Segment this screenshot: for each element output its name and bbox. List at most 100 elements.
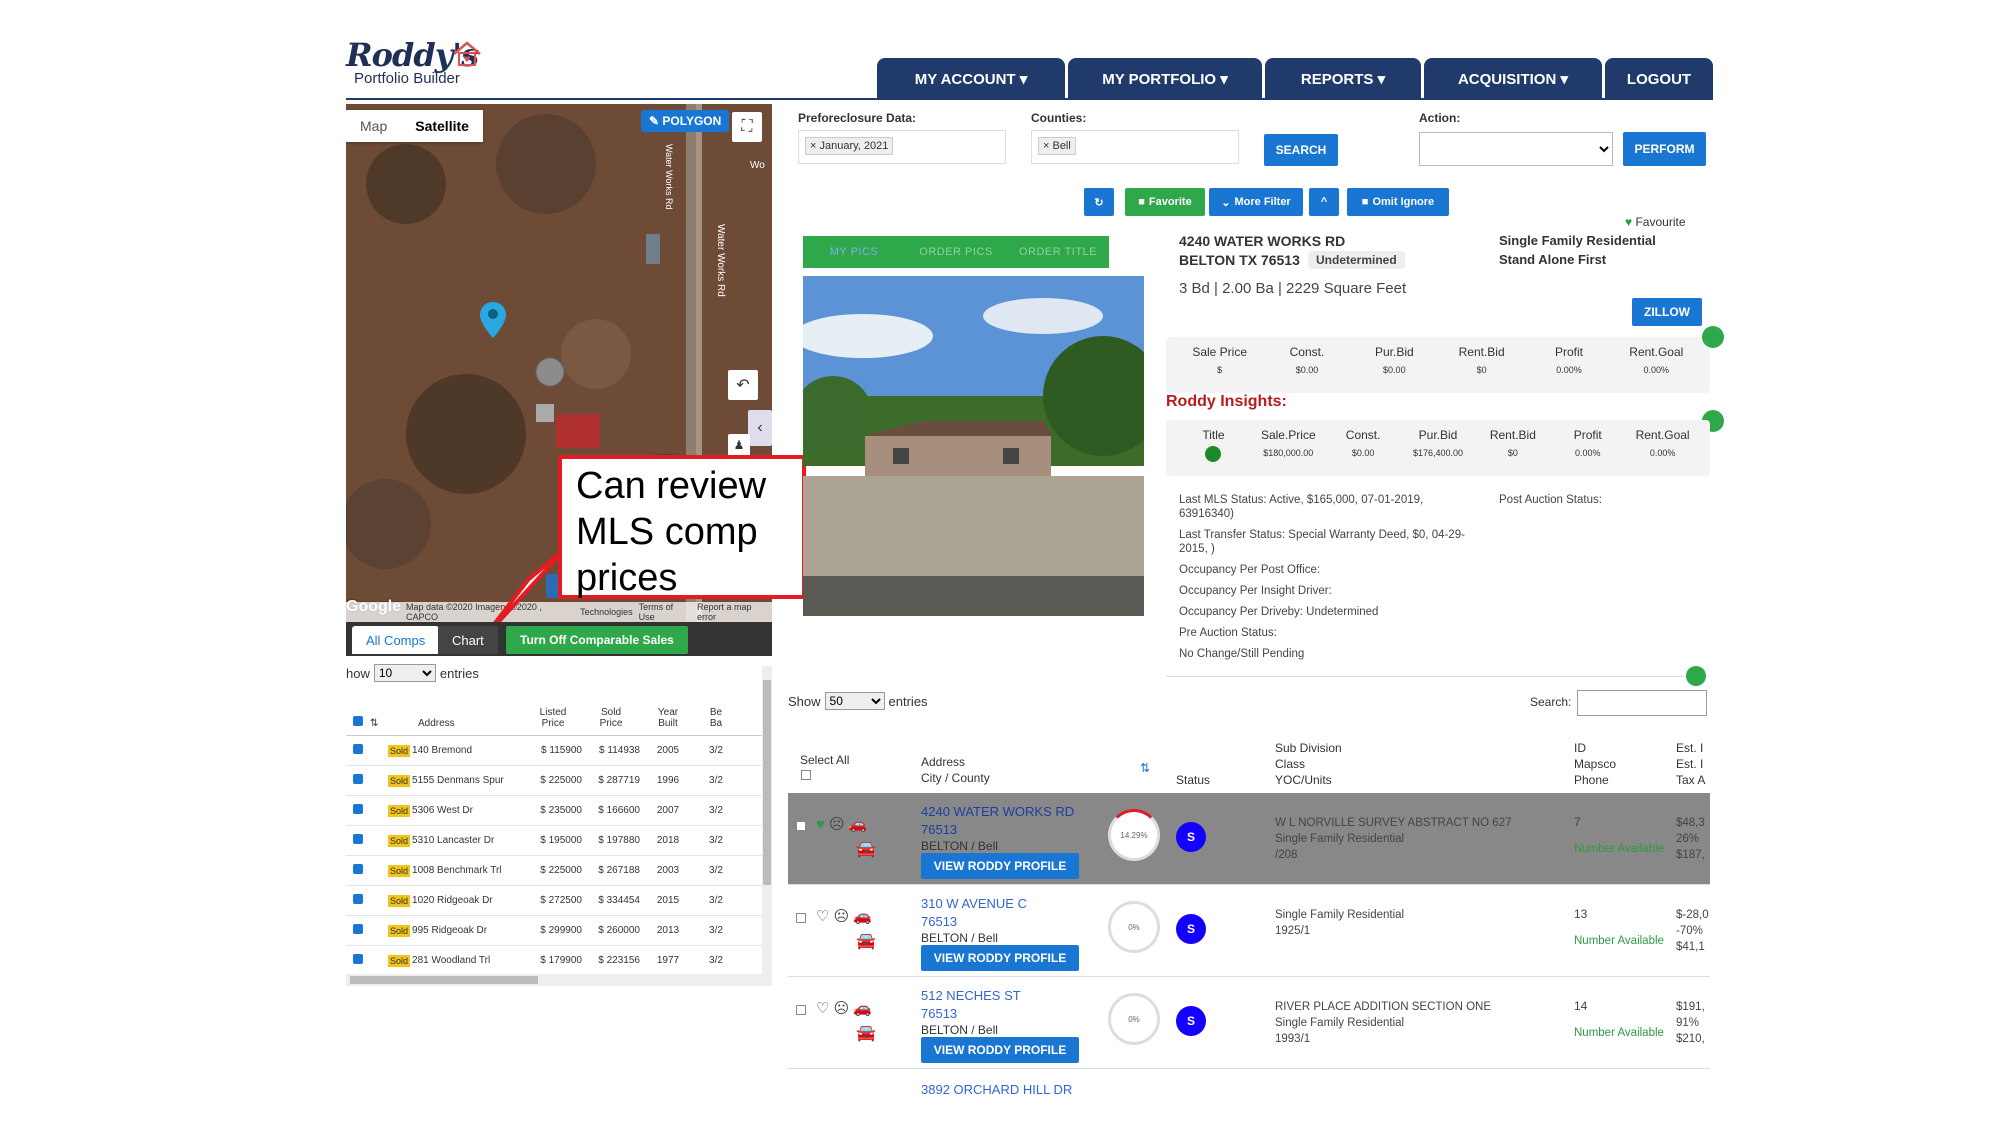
tab-chart[interactable]: Chart	[438, 626, 498, 654]
col-status[interactable]: Status	[1176, 772, 1210, 788]
result-address-link[interactable]: 4240 WATER WORKS RD 76513	[921, 803, 1074, 839]
tab-order-title[interactable]: ORDER TITLE	[1007, 236, 1109, 268]
view-roddy-profile-button[interactable]: VIEW RODDY PROFILE	[921, 945, 1079, 971]
heart-icon[interactable]: ♡	[816, 907, 829, 925]
nav-my-account[interactable]: MY ACCOUNT ▾	[877, 58, 1065, 100]
car-icon[interactable]: 🚘	[856, 839, 876, 859]
table-row[interactable]: Sold 281 Woodland Trl $ 179900 $ 223156 1977…	[346, 946, 770, 974]
row-checkbox[interactable]	[796, 913, 806, 923]
col-estimate[interactable]: Est. I Est. I Tax A	[1676, 740, 1710, 788]
favorite-filter-button[interactable]: ■ Favorite	[1125, 188, 1205, 216]
phone-available[interactable]: Number Available	[1574, 935, 1664, 947]
comps-hscroll-thumb[interactable]	[350, 976, 538, 984]
edit-icon[interactable]	[1702, 326, 1724, 348]
row-checkbox[interactable]	[353, 864, 363, 874]
table-row[interactable]: Sold 5155 Denmans Spur $ 225000 $ 287719 199…	[346, 766, 770, 796]
result-address-link[interactable]: 3892 ORCHARD HILL DR	[921, 1082, 1072, 1097]
row-checkbox[interactable]	[796, 1005, 806, 1015]
omit-ignore-button[interactable]: ■ Omit Ignore	[1347, 188, 1449, 216]
col-address[interactable]: Address	[388, 718, 524, 729]
result-address-link[interactable]: 512 NECHES ST 76513	[921, 987, 1021, 1023]
nav-logout[interactable]: LOGOUT	[1605, 58, 1713, 100]
col-year-built[interactable]: Year Built	[640, 707, 696, 729]
col-sold-price[interactable]: Sold Price	[582, 707, 640, 729]
nav-reports[interactable]: REPORTS ▾	[1265, 58, 1421, 100]
heart-icon[interactable]: ♡	[816, 999, 829, 1017]
perform-button[interactable]: PERFORM	[1623, 132, 1706, 166]
car-icon[interactable]: 🚘	[856, 1023, 876, 1043]
row-checkbox[interactable]	[353, 894, 363, 904]
comp-address: 1008 Benchmark Trl	[412, 865, 502, 876]
results-search-input[interactable]	[1577, 690, 1707, 716]
col-address[interactable]: Address City / County	[921, 754, 990, 786]
row-checkbox[interactable]	[353, 924, 363, 934]
polygon-button[interactable]: ✎ POLYGON	[641, 110, 730, 132]
preforeclosure-chip[interactable]: × January, 2021	[805, 137, 894, 155]
terms-link[interactable]: Terms of Use	[639, 602, 691, 622]
face-icon[interactable]: ☹	[833, 907, 849, 925]
search-button[interactable]: SEARCH	[1264, 134, 1338, 166]
report-error-link[interactable]: Report a map error	[697, 602, 772, 622]
table-row[interactable]: Sold 140 Bremond $ 115900 $ 114938 2005 3/2	[346, 736, 770, 766]
face-icon[interactable]: ☹	[829, 815, 845, 833]
pegman-icon[interactable]: ♟	[728, 434, 750, 456]
favourite-toggle[interactable]: ♥ Favourite	[1625, 215, 1686, 229]
comps-scroll-thumb[interactable]	[763, 680, 771, 885]
fullscreen-icon[interactable]: ⛶	[732, 112, 762, 142]
tab-my-pics[interactable]: MY PICS	[803, 236, 905, 268]
map-tab-satellite[interactable]: Satellite	[401, 110, 483, 142]
car-icon[interactable]: 🚘	[856, 931, 876, 951]
collapse-filter-button[interactable]: ^	[1309, 188, 1339, 216]
tab-order-pics[interactable]: ORDER PICS	[905, 236, 1007, 268]
nav-my-portfolio[interactable]: MY PORTFOLIO ▾	[1068, 58, 1262, 100]
nav-acquisition[interactable]: ACQUISITION ▾	[1424, 58, 1602, 100]
map-tab-map[interactable]: Map	[346, 110, 401, 142]
row-checkbox[interactable]	[353, 804, 363, 814]
col-id[interactable]: ID Mapsco Phone	[1574, 740, 1616, 788]
row-checkbox[interactable]	[353, 954, 363, 964]
collapse-panel-chevron-icon[interactable]: ‹	[748, 410, 772, 446]
tab-all-comps[interactable]: All Comps	[352, 626, 440, 654]
car-outline-icon[interactable]: 🚗	[853, 907, 872, 925]
edit-icon[interactable]	[1686, 666, 1706, 686]
county-chip[interactable]: × Bell	[1038, 137, 1076, 155]
table-row[interactable]: ♥ ☹ 🚗 🚘 4240 WATER WORKS RD 76513 BELTON / Bel…	[788, 793, 1710, 885]
turn-off-comparable-sales-button[interactable]: Turn Off Comparable Sales	[506, 626, 688, 654]
select-all-checkbox[interactable]	[801, 770, 811, 780]
result-address-link[interactable]: 310 W AVENUE C 76513	[921, 895, 1027, 931]
view-roddy-profile-button[interactable]: VIEW RODDY PROFILE	[921, 853, 1079, 879]
sort-icon[interactable]: ⇅	[370, 718, 388, 729]
results-page-size-select[interactable]: 50	[824, 692, 885, 710]
view-roddy-profile-button[interactable]: VIEW RODDY PROFILE	[921, 1037, 1079, 1063]
row-checkbox[interactable]	[796, 821, 806, 831]
table-row[interactable]: Sold 1020 Ridgeoak Dr $ 272500 $ 334454 2015…	[346, 886, 770, 916]
preforeclosure-select[interactable]: × January, 2021	[798, 130, 1006, 164]
face-icon[interactable]: ☹	[833, 999, 849, 1017]
car-outline-icon[interactable]: 🚗	[853, 999, 872, 1017]
col-listed-price[interactable]: Listed Price	[524, 707, 582, 729]
table-row[interactable]: Sold 5306 West Dr $ 235000 $ 166600 2007 3/2	[346, 796, 770, 826]
more-filter-button[interactable]: ⌄ More Filter	[1209, 188, 1303, 216]
car-outline-icon[interactable]: 🚗	[849, 815, 868, 833]
row-checkbox[interactable]	[353, 834, 363, 844]
phone-available[interactable]: Number Available	[1574, 1027, 1664, 1039]
col-subdivision[interactable]: Sub Division Class YOC/Units	[1275, 740, 1342, 788]
refresh-icon[interactable]: ↻	[1084, 188, 1114, 216]
row-checkbox[interactable]	[353, 774, 363, 784]
rotate-icon[interactable]: ↶	[728, 370, 758, 400]
row-checkbox[interactable]	[353, 744, 363, 754]
select-all-comps-checkbox[interactable]	[353, 716, 363, 726]
sort-icon[interactable]: ⇅	[1140, 760, 1150, 776]
comps-page-size-select[interactable]: 10	[373, 664, 436, 682]
zillow-button[interactable]: ZILLOW	[1632, 298, 1702, 326]
table-row[interactable]: ♡ ☹ 🚗 🚘 310 W AVENUE C 76513 BELTON / Bell VIEW…	[788, 885, 1710, 977]
col-beds-baths[interactable]: Be Ba	[696, 707, 736, 729]
table-row[interactable]: Sold 995 Ridgeoak Dr $ 299900 $ 260000 2013 3…	[346, 916, 770, 946]
phone-available[interactable]: Number Available	[1574, 843, 1664, 855]
counties-select[interactable]: × Bell	[1031, 130, 1239, 164]
table-row[interactable]: Sold 5310 Lancaster Dr $ 195000 $ 197880 201…	[346, 826, 770, 856]
table-row[interactable]: Sold 1008 Benchmark Trl $ 225000 $ 267188 20…	[346, 856, 770, 886]
heart-icon[interactable]: ♥	[816, 816, 825, 833]
action-select[interactable]	[1419, 132, 1613, 166]
table-row[interactable]: ♡ ☹ 🚗 🚘 512 NECHES ST 76513 BELTON / Bell VIEW …	[788, 977, 1710, 1069]
